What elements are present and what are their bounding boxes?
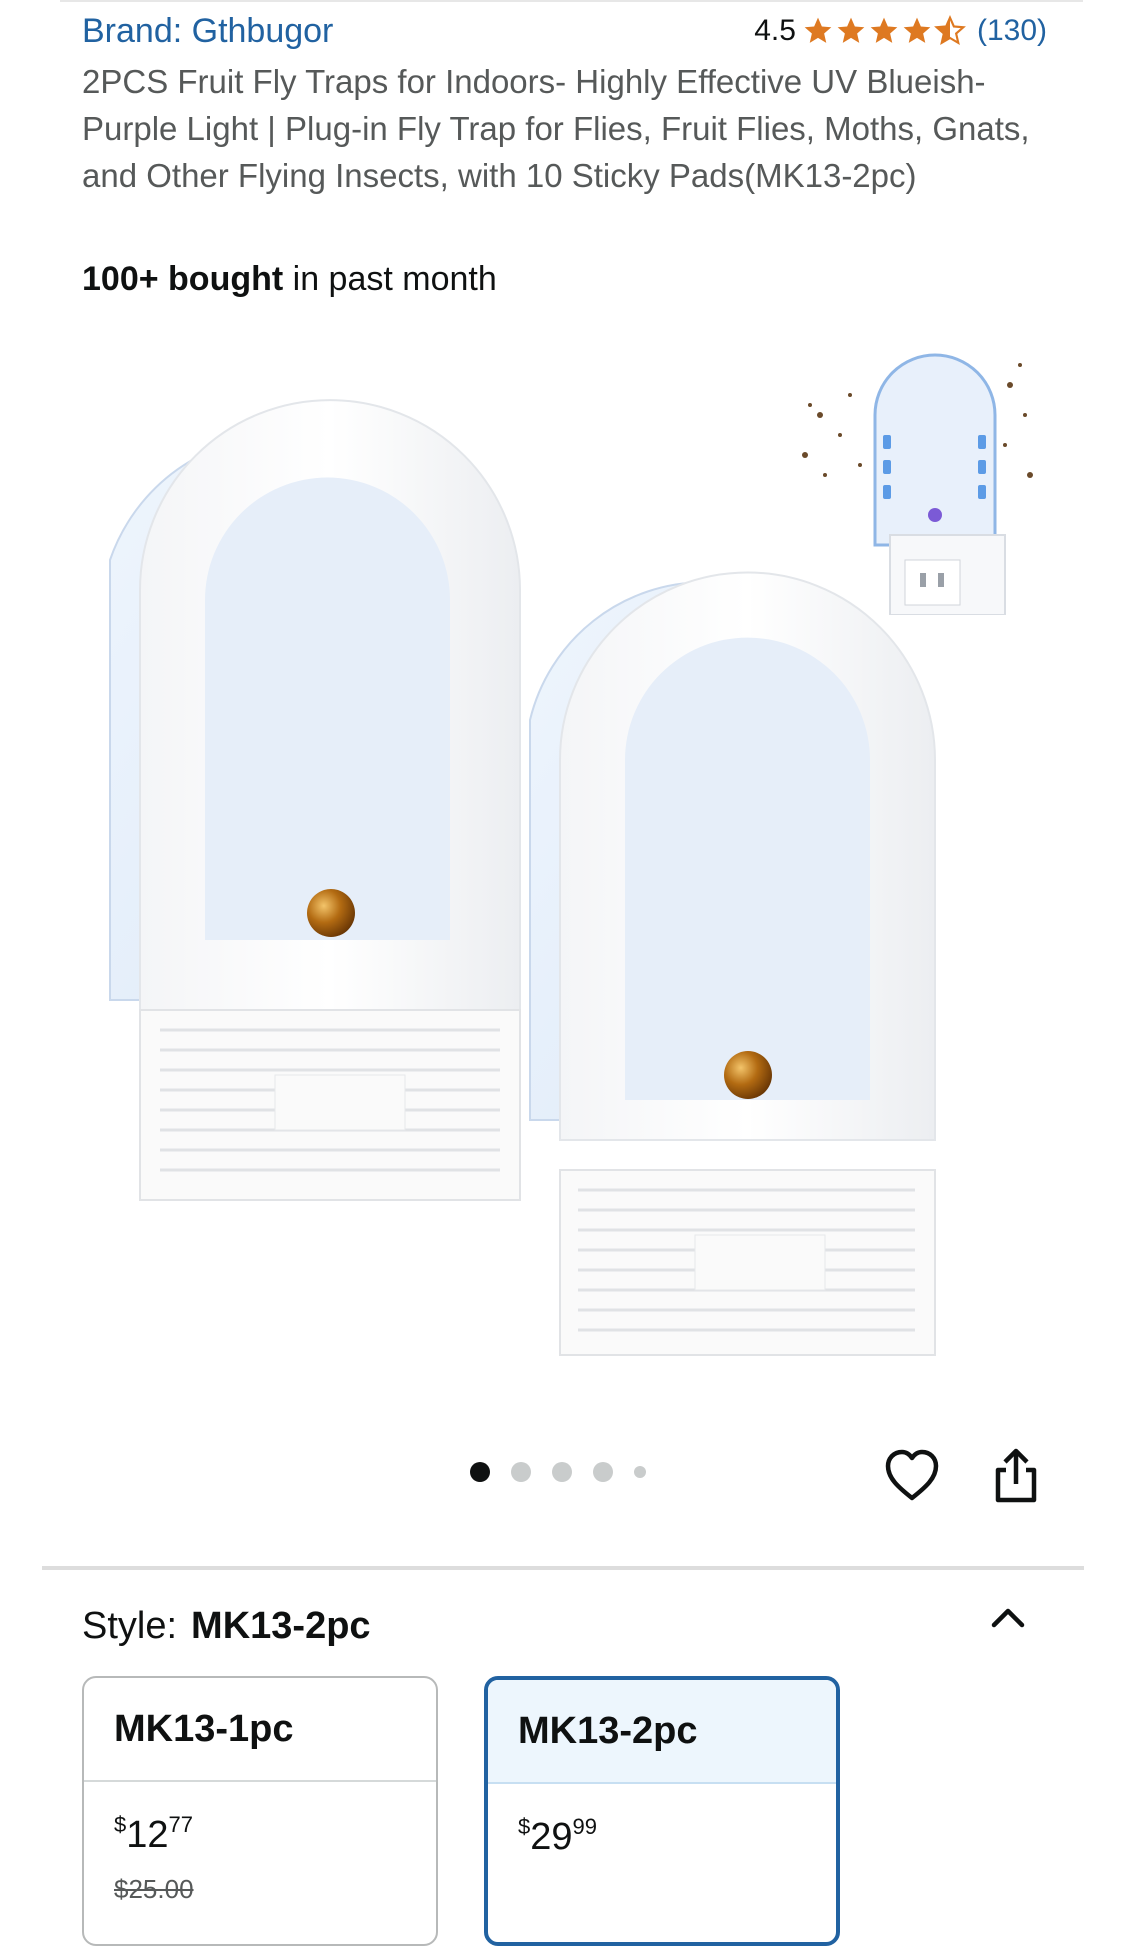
- style-option-mk13-1pc[interactable]: MK13-1pc $1277 $25.00: [82, 1676, 438, 1946]
- style-option-name: MK13-1pc: [84, 1678, 436, 1782]
- star-half-icon: [934, 15, 966, 46]
- star-icon: [903, 17, 931, 43]
- bought-count: 100+ bought: [82, 260, 284, 298]
- bought-suffix: in past month: [283, 260, 497, 298]
- price-currency: $: [114, 1812, 127, 1837]
- top-divider: [60, 0, 1083, 2]
- product-title: 2PCS Fruit Fly Traps for Indoors- Highly…: [82, 63, 1030, 194]
- fly-trap-right: [529, 571, 936, 1356]
- price-fraction: 77: [168, 1812, 194, 1837]
- carousel-dot[interactable]: [593, 1462, 613, 1482]
- style-option-list-price: $25.00: [114, 1874, 194, 1904]
- share-icon[interactable]: [990, 1448, 1042, 1504]
- price-fraction: 99: [572, 1814, 598, 1839]
- product-inset-image: [802, 353, 1033, 615]
- star-icon: [837, 17, 865, 43]
- carousel-dot[interactable]: [634, 1466, 646, 1478]
- rating-summary[interactable]: 4.5 (130): [754, 14, 1047, 48]
- brand-link[interactable]: Brand: Gthbugor: [82, 12, 333, 51]
- star-icon: [804, 17, 832, 43]
- chevron-up-icon[interactable]: [990, 1605, 1026, 1629]
- style-option-price: $2999: [488, 1784, 836, 1858]
- star-icon: [870, 17, 898, 43]
- carousel-dot[interactable]: [552, 1462, 572, 1482]
- fly-trap-left: [109, 399, 521, 1201]
- carousel-dot[interactable]: [470, 1462, 490, 1482]
- review-count-link[interactable]: (130): [977, 14, 1047, 48]
- rating-value: 4.5: [754, 14, 796, 47]
- style-selector-label: Style: MK13-2pc: [82, 1605, 371, 1648]
- price-whole: 12: [126, 1814, 169, 1856]
- heart-icon[interactable]: [884, 1448, 940, 1502]
- section-divider: [42, 1566, 1084, 1570]
- carousel-dot[interactable]: [511, 1462, 531, 1482]
- price-whole: 29: [530, 1816, 573, 1858]
- style-option-name: MK13-2pc: [488, 1680, 836, 1784]
- style-label: Style:: [82, 1605, 178, 1647]
- image-carousel-dots[interactable]: [470, 1462, 667, 1482]
- style-selected-value: MK13-2pc: [191, 1605, 371, 1647]
- price-currency: $: [518, 1814, 531, 1839]
- style-option-price: $1277: [84, 1782, 436, 1856]
- star-rating: [802, 15, 967, 47]
- bought-in-past-month: 100+ bought in past month: [82, 260, 497, 299]
- style-option-mk13-2pc[interactable]: MK13-2pc $2999: [484, 1676, 840, 1946]
